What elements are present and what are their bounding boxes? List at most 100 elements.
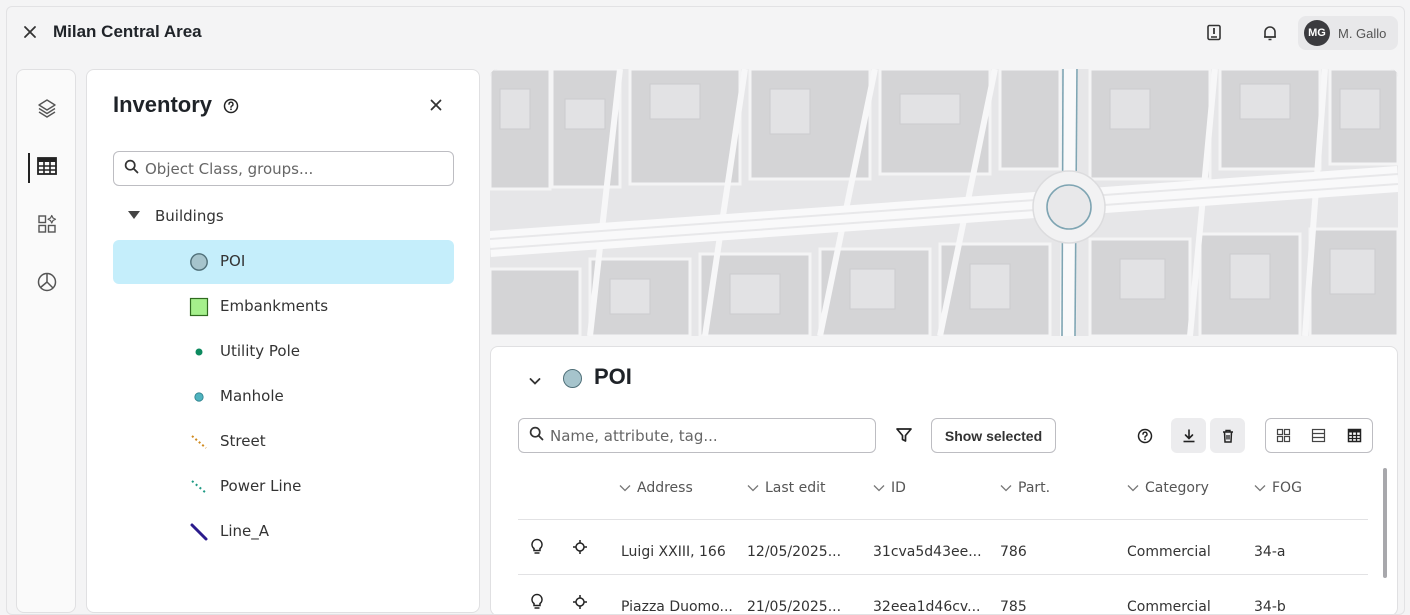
rail-widgets[interactable] <box>17 208 77 244</box>
column-header-fog[interactable]: FOG <box>1254 480 1302 496</box>
cell-id: 32eea1d46cv... <box>873 599 981 615</box>
inventory-panel: Inventory Buildings POI <box>86 69 480 613</box>
column-header-id[interactable]: ID <box>873 480 906 496</box>
column-header-address[interactable]: Address <box>619 480 693 496</box>
column-header-label: ID <box>891 480 906 496</box>
cell-address: Luigi XXIII, 166 <box>621 544 726 560</box>
show-selected-button[interactable]: Show selected <box>931 418 1056 453</box>
avatar: MG <box>1304 20 1330 46</box>
layers-icon <box>36 97 58 123</box>
cell-fog: 34-a <box>1254 544 1286 560</box>
tree-item-power-line[interactable]: Power Line <box>113 465 454 509</box>
chevron-down-icon <box>1000 485 1012 492</box>
column-header-last-edit[interactable]: Last edit <box>747 480 826 496</box>
cell-part: 786 <box>1000 544 1027 560</box>
inventory-title: Inventory <box>113 92 213 117</box>
chevron-down-icon[interactable] <box>528 373 542 387</box>
chevron-down-icon <box>873 485 885 492</box>
download-icon[interactable] <box>1171 418 1206 453</box>
cell-category: Commercial <box>1127 599 1211 615</box>
inventory-search <box>113 151 454 186</box>
chevron-down-icon <box>619 485 631 492</box>
poi-search <box>518 418 876 453</box>
bell-icon[interactable] <box>1260 23 1280 43</box>
page-title: Milan Central Area <box>53 22 202 41</box>
map-canvas <box>490 69 1398 336</box>
close-icon[interactable] <box>21 23 39 41</box>
column-header-category[interactable]: Category <box>1127 480 1209 496</box>
user-name: M. Gallo <box>1338 25 1387 41</box>
tree-item-manhole[interactable]: Manhole <box>113 375 454 419</box>
tree-item-label: Manhole <box>220 387 284 405</box>
chevron-down-icon <box>1254 485 1266 492</box>
column-header-label: Part. <box>1018 480 1051 496</box>
power-line-icon <box>189 477 209 497</box>
cell-last-edit: 21/05/2025... <box>747 599 842 615</box>
user-menu[interactable]: MG M. Gallo <box>1298 16 1398 50</box>
poi-title: POI <box>594 364 632 389</box>
divider <box>518 519 1368 520</box>
inventory-search-input[interactable] <box>145 159 445 178</box>
tree-item-embankments[interactable]: Embankments <box>113 285 454 329</box>
cell-category: Commercial <box>1127 544 1211 560</box>
embankment-square-icon <box>189 297 209 317</box>
chevron-down-icon <box>1127 485 1139 492</box>
trash-icon[interactable] <box>1210 418 1245 453</box>
cell-last-edit: 12/05/2025... <box>747 544 842 560</box>
filter-icon[interactable] <box>894 425 914 445</box>
rail-table[interactable] <box>17 150 77 186</box>
cell-id: 31cva5d43ee... <box>873 544 982 560</box>
rail-analytics[interactable] <box>17 266 77 302</box>
side-rail <box>16 69 76 613</box>
tree-group-label: Buildings <box>155 207 224 225</box>
tree-item-label: Power Line <box>220 477 302 495</box>
grid-view-icon[interactable] <box>1266 419 1301 452</box>
table-view-icon[interactable] <box>1337 419 1372 452</box>
column-header-label: Category <box>1145 480 1209 496</box>
poi-circle-icon <box>563 369 582 388</box>
poi-table-panel: POI Show selected <box>490 346 1398 615</box>
tree-item-line-a[interactable]: Line_A <box>113 510 454 554</box>
tree-item-label: Street <box>220 432 266 450</box>
tree-item-utility-pole[interactable]: Utility Pole <box>113 330 454 374</box>
table-scrollbar[interactable] <box>1383 468 1387 578</box>
column-header-label: FOG <box>1272 480 1302 496</box>
map-view[interactable] <box>490 69 1398 336</box>
chevron-down-icon <box>747 485 759 492</box>
list-view-icon[interactable] <box>1301 419 1336 452</box>
app-header: Milan Central Area MG M. Gallo <box>7 7 1404 59</box>
view-toggle <box>1265 418 1373 453</box>
rail-layers[interactable] <box>17 92 77 128</box>
app-window: Milan Central Area MG M. Gallo Inventory… <box>6 6 1405 615</box>
tree-item-label: Utility Pole <box>220 342 300 360</box>
chart-pie-icon <box>36 271 58 297</box>
locate-icon[interactable] <box>572 593 588 611</box>
widgets-icon <box>36 213 58 239</box>
help-icon[interactable] <box>223 98 239 114</box>
tree-item-street[interactable]: Street <box>113 420 454 464</box>
help-icon[interactable] <box>1127 418 1162 453</box>
column-header-label: Address <box>637 480 693 496</box>
cell-address: Piazza Duomo... <box>621 599 733 615</box>
tree-item-poi[interactable]: POI <box>113 240 454 284</box>
column-header-label: Last edit <box>765 480 826 496</box>
street-line-icon <box>189 432 209 452</box>
column-header-part[interactable]: Part. <box>1000 480 1050 496</box>
table-icon <box>36 156 58 180</box>
cell-fog: 34-b <box>1254 599 1286 615</box>
caret-down-icon <box>127 207 141 225</box>
manhole-dot-icon <box>189 387 209 407</box>
book-icon[interactable] <box>1204 23 1224 43</box>
lightbulb-icon[interactable] <box>529 593 545 611</box>
poi-search-input[interactable] <box>550 426 870 445</box>
locate-icon[interactable] <box>572 538 588 556</box>
poi-circle-icon <box>189 252 209 272</box>
line-a-icon <box>189 522 209 542</box>
utility-pole-dot-icon <box>189 342 209 362</box>
tree-group-buildings[interactable]: Buildings <box>127 207 224 225</box>
close-panel-icon[interactable] <box>427 96 445 114</box>
tree-item-label: Embankments <box>220 297 329 315</box>
lightbulb-icon[interactable] <box>529 538 545 556</box>
tree-item-label: POI <box>220 252 246 270</box>
search-icon <box>529 426 544 445</box>
